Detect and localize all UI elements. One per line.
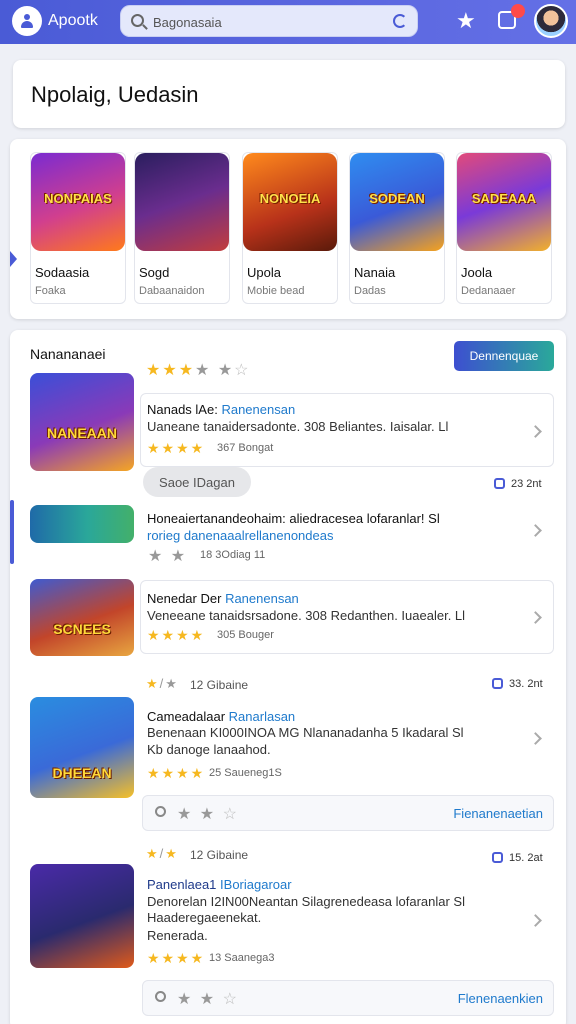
selection-indicator — [10, 500, 14, 564]
game-art — [135, 153, 229, 251]
item-description-3: Renerada. — [147, 928, 208, 943]
featured-tile[interactable]: SADEAAA Joola Dedanaaer — [456, 152, 552, 304]
item-rating: ★ ★ — [148, 548, 188, 565]
item-rating: ★★★★ — [147, 627, 206, 643]
star-icon[interactable]: ★ — [456, 9, 476, 33]
app-name[interactable]: Apootk — [48, 12, 98, 30]
section-heading: Nanananaei — [30, 346, 106, 362]
item-title: Nenedar Der Ranenensan — [147, 591, 299, 606]
item-top-rating: ★/★ — [146, 846, 179, 861]
item-meta: 305 Bouger — [217, 629, 274, 641]
tile-name: Nanaia — [354, 265, 396, 280]
chip-button[interactable]: Saoe IDagan — [143, 467, 251, 497]
comment-icon — [492, 678, 503, 689]
game-art: SADEAAA — [457, 153, 551, 251]
review-stars[interactable]: ★ ★ ☆ — [177, 989, 239, 1009]
game-thumbnail[interactable]: DHEEAN — [30, 697, 134, 798]
review-bar[interactable]: ★ ★ ☆ Fienanenaetian — [142, 795, 554, 831]
hero-card: Npolaig, Uedasin — [13, 60, 565, 128]
tile-subtitle: Foaka — [35, 285, 66, 297]
search-icon — [155, 806, 166, 817]
list-item[interactable]: Nenedar Der Ranenensan Veneeane tanaidsr… — [140, 580, 554, 654]
carousel-left-arrow-icon[interactable] — [10, 251, 17, 267]
tile-subtitle: Dabaanaidon — [139, 285, 205, 297]
tile-subtitle: Dadas — [354, 285, 386, 297]
item-title: Nanads lAe: Ranenensan — [147, 402, 296, 417]
featured-carousel: NONPAIAS Sodaasia Foaka Sogd Dabaanaidon… — [10, 139, 566, 319]
item-top-meta: 12 Gibaine — [190, 848, 249, 862]
item-rating: ★★★★ — [147, 440, 206, 456]
list-item[interactable]: Nanads lAe: Ranenensan Uaneane tanaiders… — [140, 393, 554, 467]
item-rating: ★★★★ — [147, 765, 206, 781]
heading-rating: ★★★★ ★☆ — [146, 362, 251, 379]
search-icon — [131, 14, 144, 27]
item-meta: 18 3Odiag 11 — [200, 549, 266, 561]
review-link[interactable]: Fienanenaetian — [453, 806, 543, 821]
item-title: Honeaiertanandeohaim: aliedracesea lofar… — [147, 511, 440, 526]
item-meta: 25 Saueneg1S — [209, 767, 282, 779]
item-top-meta: 12 Gibaine — [190, 678, 249, 692]
item-title: Cameadalaar Ranarlasan — [147, 709, 296, 724]
item-title: Panenlaea1 IBoriagaroar — [147, 877, 292, 892]
tile-name: Upola — [247, 265, 281, 280]
item-description: Benenaan KI000INOA MG Nlananadanha 5 Ika… — [147, 725, 464, 740]
notification-badge — [511, 4, 525, 18]
item-meta: 13 Saanega3 — [209, 952, 275, 964]
primary-button[interactable]: Dennenquae — [454, 341, 554, 371]
list-item[interactable]: Cameadalaar Ranarlasan Benenaan KI000INO… — [140, 700, 554, 790]
comment-count: 15. 2at — [492, 852, 543, 864]
game-thumbnail[interactable]: SCNEES — [30, 579, 134, 656]
user-icon[interactable] — [12, 6, 42, 36]
featured-tile[interactable]: NONPAIAS Sodaasia Foaka — [30, 152, 126, 304]
comment-icon — [494, 478, 505, 489]
review-bar[interactable]: ★ ★ ☆ Flenenaenkien — [142, 980, 554, 1016]
tile-subtitle: Mobie bead — [247, 285, 305, 297]
item-description-2: Haaderegaeenekat. — [147, 910, 262, 925]
search-input[interactable] — [153, 12, 383, 32]
chevron-right-icon — [529, 732, 542, 745]
featured-tile[interactable]: Sogd Dabaanaidon — [134, 152, 230, 304]
tile-subtitle: Dedanaaer — [461, 285, 516, 297]
review-stars[interactable]: ★ ★ ☆ — [177, 804, 239, 824]
chevron-right-icon — [529, 914, 542, 927]
featured-tile[interactable]: NONOEIA Upola Mobie bead — [242, 152, 338, 304]
tile-name: Sogd — [139, 265, 170, 280]
item-description: rorieg danenaaalrellanenondeas — [147, 528, 334, 543]
chevron-right-icon — [529, 425, 542, 438]
item-meta: 367 Bongat — [217, 442, 274, 454]
page-title: Npolaig, Uedasin — [31, 82, 199, 107]
avatar[interactable] — [534, 4, 568, 38]
comment-icon — [492, 852, 503, 863]
game-thumbnail[interactable]: NANEAAN — [30, 373, 134, 471]
item-description-2: Kb danoge lanaahod. — [147, 742, 271, 757]
chevron-right-icon — [529, 611, 542, 624]
game-art: SODEAN — [350, 153, 444, 251]
game-art: NONPAIAS — [31, 153, 125, 251]
item-description: Denorelan I2IN00Neantan Silagrenedeasa l… — [147, 894, 465, 909]
list-item[interactable]: Honeaiertanandeohaim: aliedracesea lofar… — [140, 500, 554, 572]
comment-count: 33. 2nt — [492, 678, 543, 690]
list-item[interactable]: Panenlaea1 IBoriagaroar Denorelan I2IN00… — [140, 870, 554, 970]
review-link[interactable]: Flenenaenkien — [458, 991, 543, 1006]
search-bar[interactable] — [120, 5, 418, 37]
item-top-rating: ★/★ — [146, 676, 179, 691]
chevron-right-icon — [529, 524, 542, 537]
tile-name: Joola — [461, 265, 493, 280]
top-bar: Apootk ★ — [0, 0, 576, 44]
item-description: Veneeane tanaidsrsadone. 308 Redanthen. … — [147, 608, 466, 623]
game-thumbnail[interactable] — [30, 864, 134, 968]
featured-tile[interactable]: SODEAN Nanaia Dadas — [349, 152, 445, 304]
game-list: Nanananaei ★★★★ ★☆ Dennenquae NANEAAN Na… — [10, 330, 566, 1024]
refresh-icon[interactable] — [393, 14, 407, 28]
item-rating: ★★★★ — [147, 950, 206, 966]
game-thumbnail[interactable] — [30, 505, 134, 543]
search-icon — [155, 991, 166, 1002]
item-description: Uaneane tanaidersadonte. 308 Beliantes. … — [147, 419, 449, 434]
game-art: NONOEIA — [243, 153, 337, 251]
comment-count: 23 2nt — [494, 478, 542, 490]
tile-name: Sodaasia — [35, 265, 90, 280]
